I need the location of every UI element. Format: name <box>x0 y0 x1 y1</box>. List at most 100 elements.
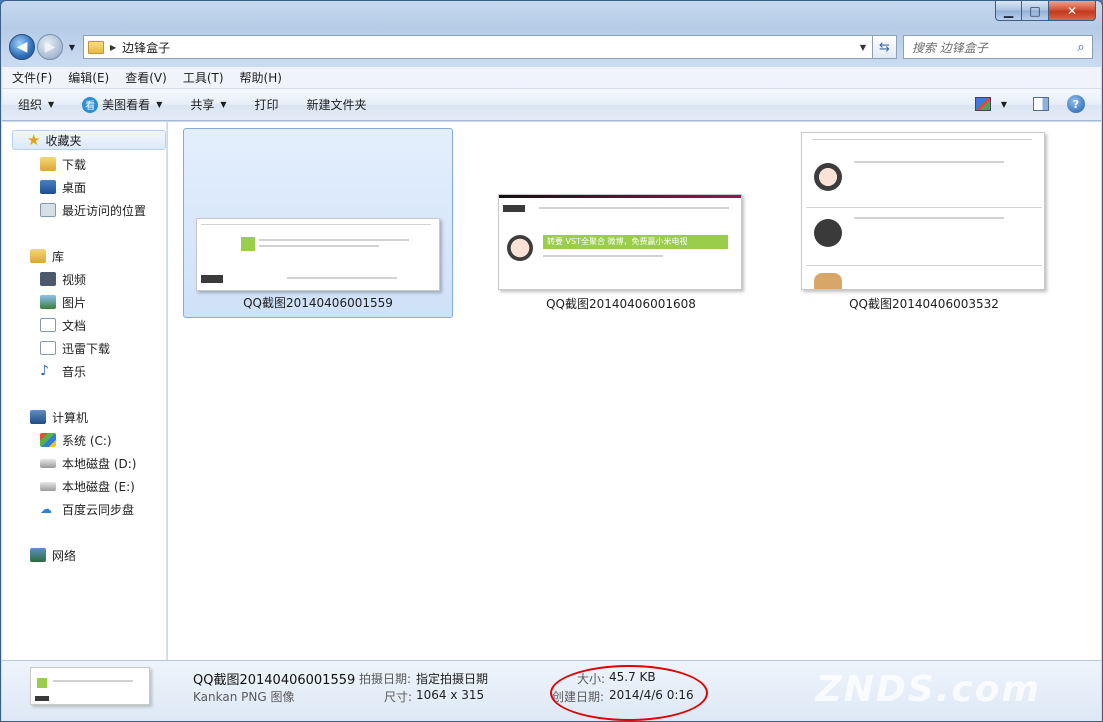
video-icon <box>40 272 56 286</box>
search-icon[interactable]: ⌕ <box>1070 40 1092 55</box>
meitu-button[interactable]: 看 美图看看 ▼ <box>82 96 162 113</box>
back-button[interactable]: ◀ <box>9 34 35 60</box>
caption-buttons: ▁ □ ✕ <box>995 1 1096 21</box>
sidebar-item-desktop[interactable]: 桌面 <box>40 177 86 197</box>
hard-drive-icon <box>40 458 56 468</box>
library-icon <box>30 249 46 263</box>
file-name: QQ截图20140406001608 <box>546 297 696 311</box>
sidebar-item-downloads[interactable]: 下载 <box>40 154 86 174</box>
menu-bar: 文件(F) 编辑(E) 查看(V) 工具(T) 帮助(H) <box>2 67 1101 89</box>
sidebar-item-pictures[interactable]: 图片 <box>40 292 86 312</box>
sidebar-label: 迅雷下载 <box>62 341 111 356</box>
address-text[interactable]: 边锋盒子 <box>122 39 854 56</box>
maximize-button[interactable]: □ <box>1022 1 1049 21</box>
details-file-name: QQ截图20140406001559 <box>193 673 356 688</box>
thumb-line <box>812 139 1032 140</box>
thumb-button <box>35 696 49 701</box>
desktop-icon <box>40 180 56 194</box>
thumb-avatar <box>814 219 842 247</box>
sidebar-label: 网络 <box>52 548 77 563</box>
menu-view[interactable]: 查看(V) <box>125 69 167 86</box>
refresh-button[interactable]: ⇆ <box>873 35 897 59</box>
menu-edit[interactable]: 编辑(E) <box>68 69 109 86</box>
sidebar-item-computer[interactable]: 计算机 <box>30 407 88 427</box>
sidebar-label: 图片 <box>62 295 87 310</box>
sidebar-label: 本地磁盘 (E:) <box>62 479 135 494</box>
sidebar-item-network[interactable]: 网络 <box>30 545 76 565</box>
sidebar-label: 计算机 <box>52 410 89 425</box>
breadcrumb-arrow-icon[interactable]: ▶ <box>110 43 116 52</box>
sidebar-item-music[interactable]: ♪ 音乐 <box>40 361 86 381</box>
thumb-avatar <box>507 235 533 261</box>
watermark: ZNDS.com <box>815 669 1041 710</box>
view-dropdown-icon[interactable]: ▼ <box>1001 100 1007 109</box>
sidebar-item-drive-e[interactable]: 本地磁盘 (E:) <box>40 476 135 496</box>
system-drive-icon <box>40 433 56 447</box>
sidebar-item-documents[interactable]: 文档 <box>40 315 86 335</box>
sidebar-item-favorites[interactable]: ★ 收藏夹 <box>12 130 166 150</box>
chevron-down-icon: ▼ <box>156 100 163 109</box>
file-name: QQ截图20140406003532 <box>849 297 999 311</box>
file-tile[interactable]: QQ截图20140406001559 <box>183 128 453 318</box>
thumb-line <box>539 207 729 209</box>
thumb-avatar <box>241 237 255 251</box>
menu-tools[interactable]: 工具(T) <box>183 69 224 86</box>
organize-button[interactable]: 组织 ▼ <box>18 96 54 113</box>
sidebar-item-libraries[interactable]: 库 <box>30 246 64 266</box>
sidebar-item-drive-d[interactable]: 本地磁盘 (D:) <box>40 453 136 473</box>
print-button[interactable]: 打印 <box>255 96 279 113</box>
sidebar-label: 桌面 <box>62 180 87 195</box>
chevron-down-icon: ▼ <box>220 100 227 109</box>
thumb-avatar <box>814 163 842 191</box>
search-box[interactable]: 搜索 边锋盒子 ⌕ <box>903 35 1093 59</box>
recent-pages-dropdown[interactable]: ▼ <box>65 43 79 52</box>
menu-file[interactable]: 文件(F) <box>12 69 52 86</box>
address-bar[interactable]: ▶ 边锋盒子 ▼ <box>83 35 873 59</box>
file-tile[interactable]: QQ截图20140406003532 <box>789 128 1059 318</box>
documents-icon <box>40 318 56 332</box>
explorer-window: ▁ □ ✕ ◀ ▶ ▼ ▶ 边锋盒子 ▼ ⇆ 搜索 边锋盒子 ⌕ 文件(F) 编… <box>0 0 1103 722</box>
thumb-button <box>503 205 525 212</box>
file-name: QQ截图20140406001559 <box>243 296 393 310</box>
sidebar-item-recent[interactable]: 最近访问的位置 <box>40 200 146 220</box>
change-view-icon[interactable] <box>974 97 991 111</box>
pictures-icon <box>40 295 56 309</box>
forward-button[interactable]: ▶ <box>37 34 63 60</box>
sidebar-item-baidu[interactable]: ☁ 百度云同步盘 <box>40 499 134 519</box>
new-folder-button[interactable]: 新建文件夹 <box>307 96 367 113</box>
music-note-icon: ♪ <box>40 363 49 379</box>
sidebar-label: 本地磁盘 (D:) <box>62 456 137 471</box>
xunlei-download-icon <box>40 341 56 355</box>
file-tile[interactable]: 转要 VST全聚合 微博，免费赢小米电视 QQ截图20140406001608 <box>486 128 756 318</box>
view-controls: ▼ ? <box>974 95 1085 113</box>
file-thumbnail <box>196 218 440 291</box>
preview-pane-icon[interactable] <box>1033 97 1049 111</box>
close-button[interactable]: ✕ <box>1049 1 1096 21</box>
search-input[interactable]: 搜索 边锋盒子 <box>912 39 1070 56</box>
meitu-label: 美图看看 <box>102 98 151 112</box>
thumb-line <box>259 239 409 241</box>
date-taken-value[interactable]: 指定拍摄日期 <box>416 670 488 687</box>
chevron-down-icon: ▼ <box>48 100 55 109</box>
organize-label: 组织 <box>18 98 43 112</box>
print-label: 打印 <box>254 98 279 112</box>
sidebar-item-videos[interactable]: 视频 <box>40 269 86 289</box>
menu-help[interactable]: 帮助(H) <box>240 69 282 86</box>
thumb-line <box>259 245 379 247</box>
command-bar: 组织 ▼ 看 美图看看 ▼ 共享 ▼ 打印 新建文件夹 ▼ ? <box>2 89 1101 121</box>
thumb-line <box>543 255 663 257</box>
sidebar-item-xunlei[interactable]: 迅雷下载 <box>40 338 110 358</box>
file-list: QQ截图20140406001559 转要 VST全聚合 微博，免费赢小米电视 … <box>168 122 1101 660</box>
minimize-button[interactable]: ▁ <box>995 1 1022 21</box>
sidebar-item-drive-c[interactable]: 系统 (C:) <box>40 430 112 450</box>
recent-places-icon <box>40 203 56 217</box>
thumb-divider <box>806 207 1042 208</box>
help-icon[interactable]: ? <box>1067 95 1085 113</box>
address-dropdown-icon[interactable]: ▼ <box>854 43 872 52</box>
dimensions-label: 尺寸: <box>384 690 413 704</box>
thumb-line <box>53 680 133 682</box>
share-button[interactable]: 共享 ▼ <box>190 96 226 113</box>
meitu-icon: 看 <box>82 96 99 113</box>
sidebar-label: 文档 <box>62 318 87 333</box>
file-thumbnail: 转要 VST全聚合 微博，免费赢小米电视 <box>498 194 742 290</box>
